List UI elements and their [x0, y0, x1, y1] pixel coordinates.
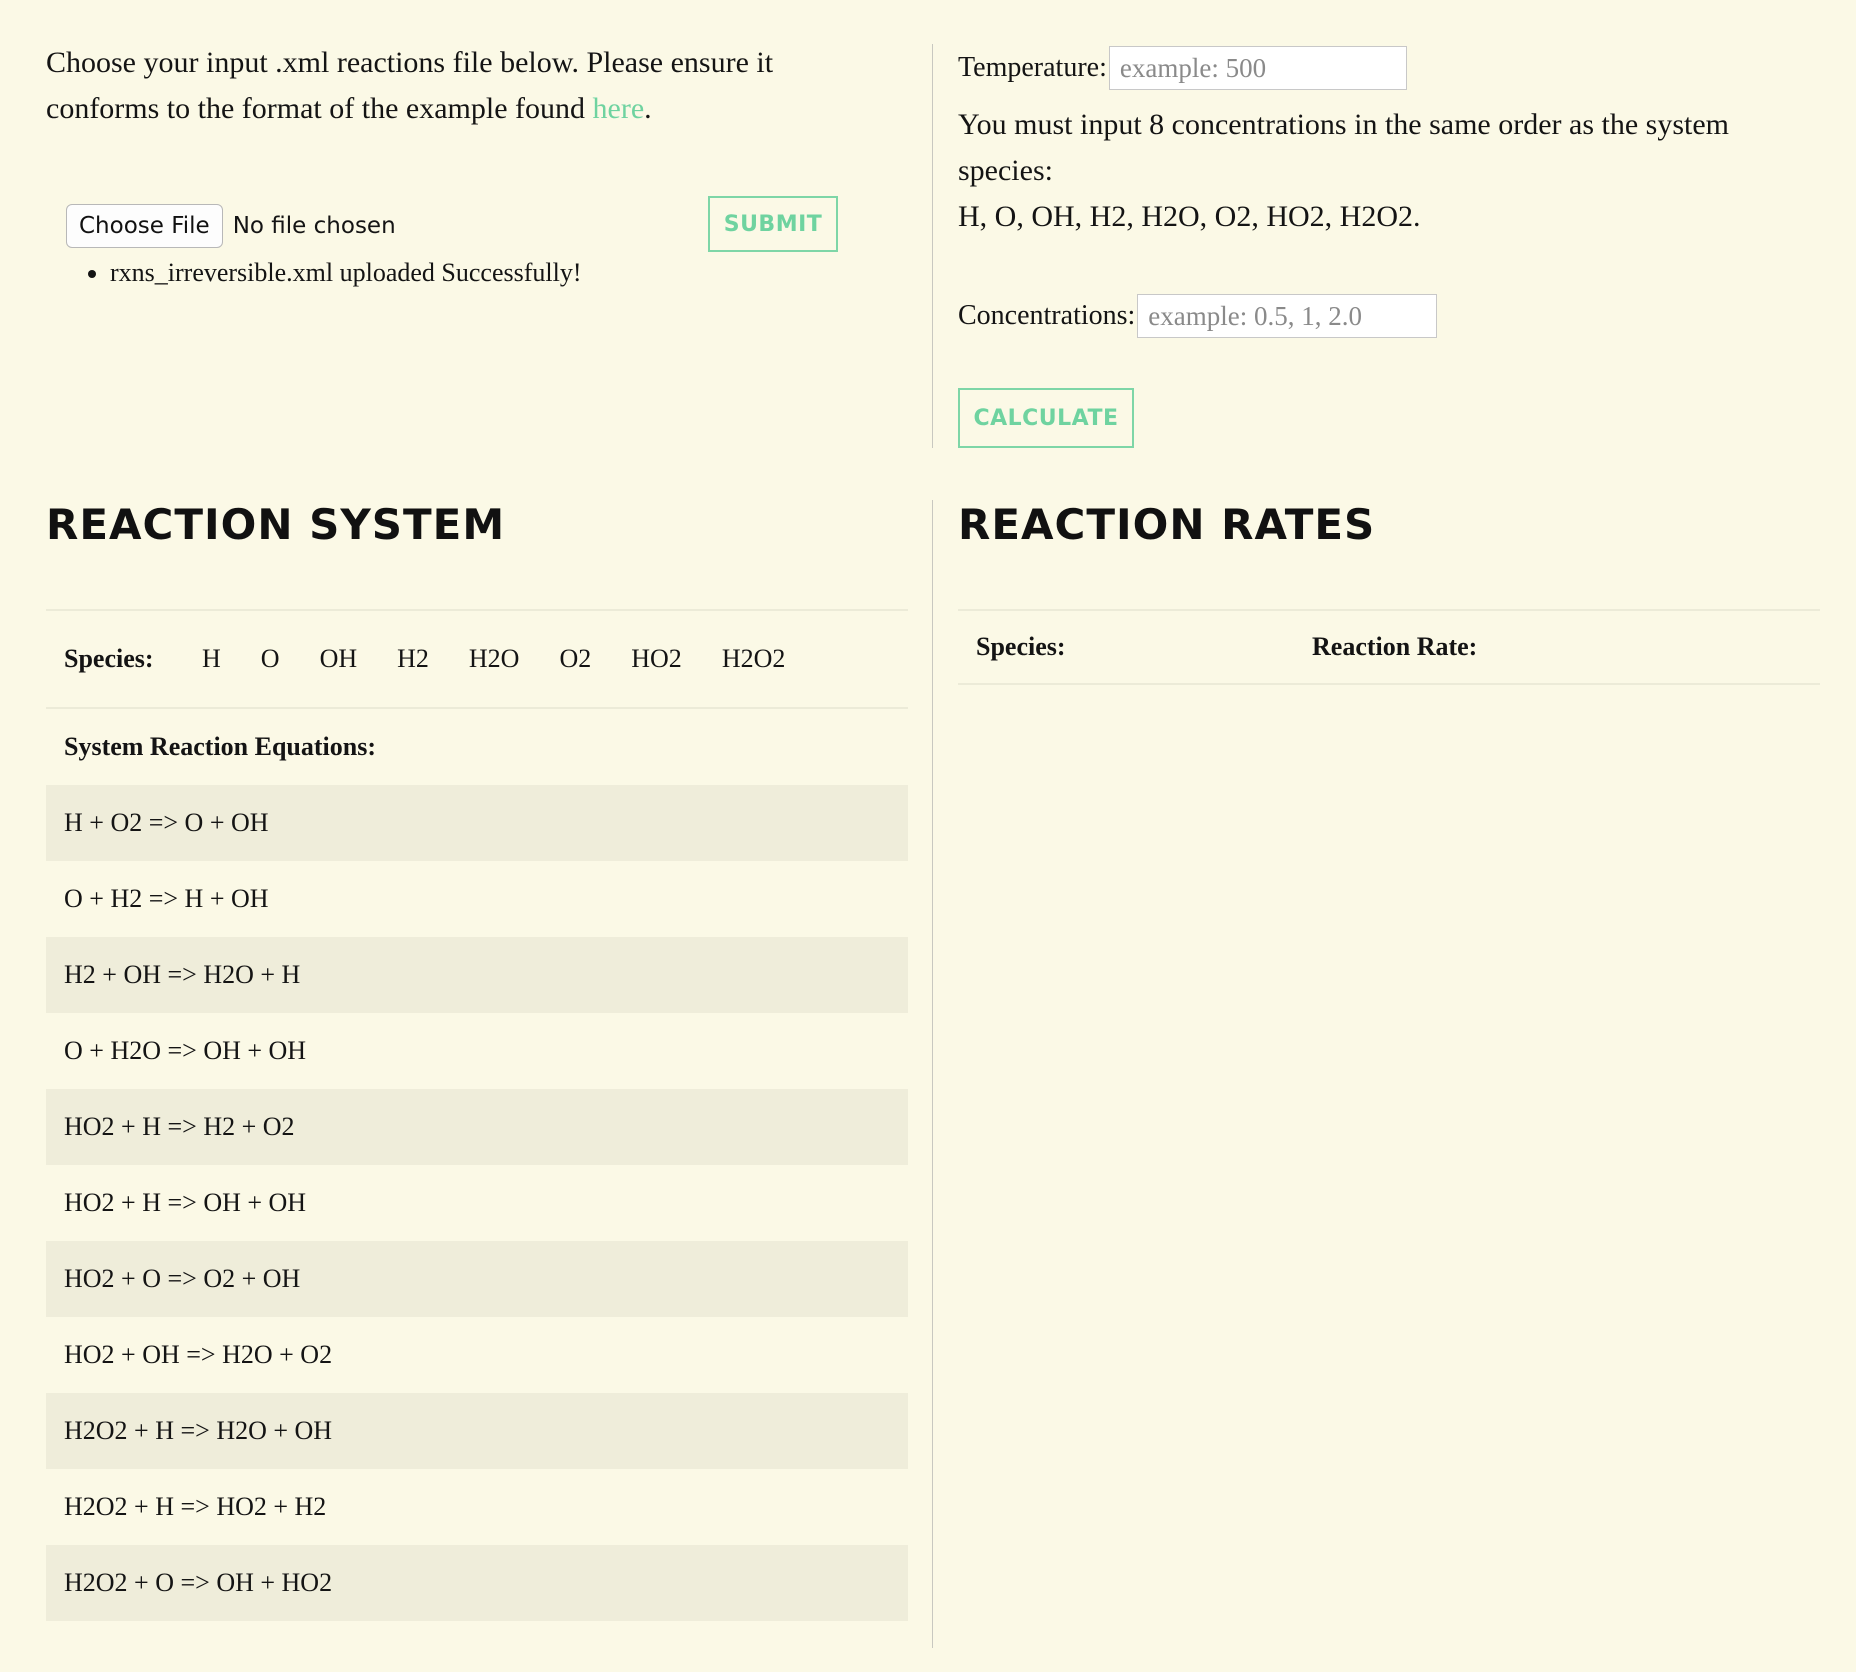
rates-header-row: Species: Reaction Rate:: [958, 609, 1820, 685]
species-item: OH: [319, 644, 358, 673]
concentration-instruction: You must input 8 concentrations in the s…: [958, 108, 1730, 187]
species-item: HO2: [631, 644, 682, 673]
concentrations-input[interactable]: [1137, 294, 1438, 338]
equation-row: O + H2 => H + OH: [64, 884, 269, 913]
reaction-rates-heading: REACTION RATES: [958, 500, 1376, 549]
calculate-button[interactable]: CALCULATE: [958, 388, 1134, 448]
temperature-input[interactable]: [1108, 46, 1407, 90]
species-item: O2: [559, 644, 592, 673]
equation-row: HO2 + H => H2 + O2: [46, 1089, 908, 1165]
temperature-row: Temperature:: [958, 44, 1818, 92]
bottom-divider: [932, 500, 933, 1648]
reaction-system-table: Species: H O OH H2 H2O O2 HO2 H2O2 System React…: [46, 609, 908, 1621]
calc-section: Temperature: You must input 8 concentrat…: [958, 44, 1818, 240]
upload-instructions: Choose your input .xml reactions file be…: [46, 40, 886, 132]
rates-rate-header: Reaction Rate:: [1312, 632, 1478, 661]
species-item: H: [202, 644, 221, 673]
upload-intro-text: Choose your input .xml reactions file be…: [46, 46, 774, 125]
equation-row: H2O2 + H => HO2 + H2: [64, 1492, 327, 1521]
upload-message: rxns_irreversible.xml uploaded Successfu…: [110, 258, 582, 288]
submit-button[interactable]: SUBMIT: [708, 196, 838, 252]
upload-intro-end: .: [644, 92, 652, 125]
equations-list: H + O2 => O + OH O + H2 => H + OH H2 + OH …: [46, 785, 908, 1621]
species-items: H O OH H2 H2O O2 HO2 H2O2: [202, 644, 825, 674]
equation-row: HO2 + OH => H2O + O2: [64, 1340, 333, 1369]
equation-row: HO2 + H => OH + OH: [64, 1188, 307, 1217]
equation-row: O + H2O => OH + OH: [64, 1036, 307, 1065]
upload-section: Choose your input .xml reactions file be…: [46, 40, 886, 132]
example-link[interactable]: here: [593, 92, 645, 125]
species-row: Species: H O OH H2 H2O O2 HO2 H2O2: [46, 609, 908, 709]
top-divider: [932, 44, 933, 448]
rates-species-header: Species:: [976, 632, 1066, 661]
concentrations-label: Concentrations:: [958, 300, 1136, 331]
equation-row: H2O2 + H => H2O + OH: [46, 1393, 908, 1469]
file-picker: Choose File No file chosen: [66, 204, 396, 248]
reaction-system-heading: REACTION SYSTEM: [46, 500, 506, 549]
equation-row: HO2 + O => O2 + OH: [46, 1241, 908, 1317]
species-item: O: [260, 644, 280, 673]
file-status: No file chosen: [232, 213, 396, 239]
concentrations-row: Concentrations:: [958, 294, 1438, 338]
choose-file-button[interactable]: Choose File: [66, 204, 223, 248]
equation-row: H2O2 + O => OH + HO2: [46, 1545, 908, 1621]
species-item: H2O2: [721, 644, 786, 673]
equation-row: H2 + OH => H2O + H: [46, 937, 908, 1013]
species-item: H2: [397, 644, 429, 673]
temperature-label: Temperature:: [958, 52, 1107, 83]
equation-row: H + O2 => O + OH: [46, 785, 908, 861]
equations-header: System Reaction Equations:: [64, 732, 377, 761]
reaction-rates-table: Species: Reaction Rate:: [958, 609, 1820, 685]
species-label: Species:: [64, 644, 154, 673]
species-order-list: H, O, OH, H2, H2O, O2, HO2, H2O2.: [958, 200, 1421, 233]
species-item: H2O: [468, 644, 520, 673]
upload-messages: rxns_irreversible.xml uploaded Successfu…: [80, 258, 582, 288]
